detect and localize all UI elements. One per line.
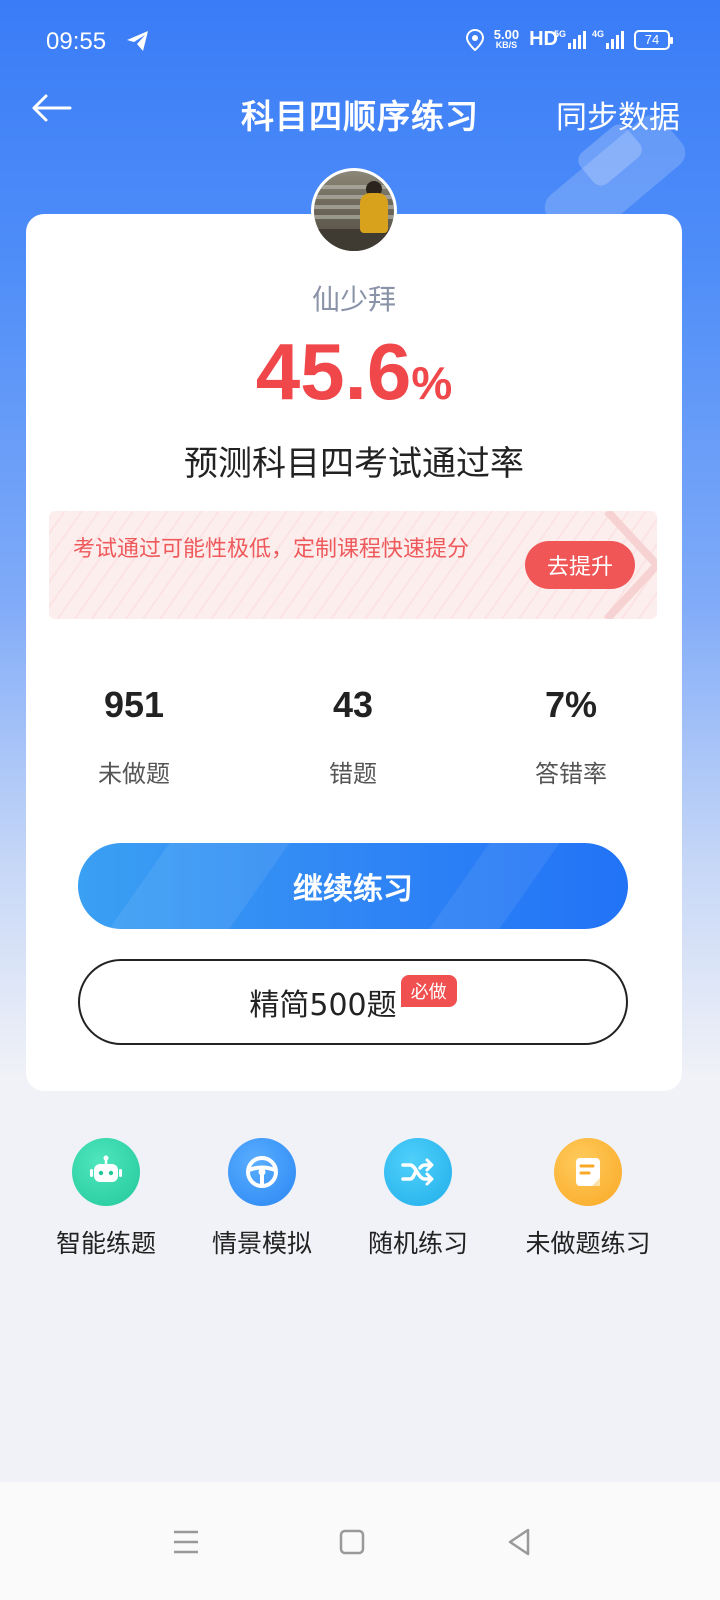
- banner-text: 考试通过可能性极低，定制课程快速提分: [73, 537, 470, 562]
- quick-action-label: 随机练习: [367, 1229, 468, 1258]
- must-do-badge: 必做: [400, 975, 457, 1007]
- signal-4g-icon: 4G: [592, 29, 624, 49]
- simplified-500-label: 精简500题: [249, 988, 397, 1023]
- button-sheen: [99, 843, 297, 929]
- quick-action-label: 未做题练习: [525, 1229, 651, 1258]
- telegram-icon: [127, 31, 148, 51]
- sync-data-button[interactable]: 同步数据: [556, 92, 680, 137]
- network-speed-unit: KB/S: [495, 39, 518, 50]
- button-sheen: [419, 843, 567, 929]
- quick-action-label: 智能练题: [55, 1229, 156, 1258]
- stat-label: 错题: [329, 760, 377, 788]
- stat-label: 未做题: [98, 760, 170, 788]
- battery-level: 74: [644, 32, 660, 47]
- network-speed-value: 5.00: [493, 26, 520, 42]
- continue-practice-label: 继续练习: [293, 872, 413, 907]
- stat-value: 7%: [544, 684, 598, 725]
- quick-action-smart-practice[interactable]: 智能练题: [26, 1138, 186, 1260]
- stat-wrong[interactable]: 43 错题: [263, 684, 443, 789]
- location-icon: [465, 28, 484, 51]
- home-icon[interactable]: [332, 1522, 372, 1562]
- battery-icon: 74: [634, 29, 673, 50]
- quick-action-label: 情景模拟: [211, 1229, 312, 1258]
- back-triangle-icon[interactable]: [500, 1522, 540, 1562]
- quick-action-scenario-simulation[interactable]: 情景模拟: [182, 1138, 342, 1260]
- shuffle-icon: [384, 1138, 452, 1206]
- robot-icon: [72, 1138, 140, 1206]
- signal-4g-label: 4G: [592, 28, 605, 39]
- signal-5g-label: 5G: [554, 28, 567, 39]
- pass-rate: 45.6%: [26, 326, 682, 418]
- stat-value: 951: [103, 684, 165, 725]
- steering-wheel-icon: [228, 1138, 296, 1206]
- quick-action-random-practice[interactable]: 随机练习: [338, 1138, 498, 1260]
- pass-rate-unit: %: [411, 357, 453, 409]
- stat-error-rate: 7% 答错率: [481, 684, 661, 789]
- document-icon: [554, 1138, 622, 1206]
- improve-banner[interactable]: 考试通过可能性极低，定制课程快速提分 去提升: [49, 511, 657, 619]
- quick-action-undone-practice[interactable]: 未做题练习: [508, 1138, 668, 1260]
- status-indicators: 5.00 KB/S HD 5G 4G 74: [465, 26, 673, 51]
- menu-icon[interactable]: [166, 1522, 206, 1562]
- avatar[interactable]: [311, 168, 397, 254]
- stats-row: 951 未做题 43 错题 7% 答错率: [26, 684, 682, 794]
- stat-value: 43: [332, 684, 374, 725]
- pass-rate-value: 45.6: [255, 327, 412, 416]
- pass-rate-label: 预测科目四考试通过率: [184, 444, 524, 484]
- network-speed: 5.00 KB/S: [493, 26, 520, 50]
- system-nav-bar: [0, 1482, 720, 1600]
- signal-5g-icon: 5G: [554, 29, 586, 49]
- continue-practice-button[interactable]: 继续练习: [78, 843, 628, 929]
- username: 仙少拜: [311, 283, 396, 316]
- status-time: 09:55: [46, 28, 107, 55]
- quick-actions: 智能练题 情景模拟 随机练习 未做题练习: [0, 1138, 720, 1268]
- status-bar: 09:55 5.00 KB/S HD 5G 4G 74: [0, 0, 720, 90]
- simplified-500-button[interactable]: 精简500题 必做: [78, 959, 628, 1045]
- stat-label: 答错率: [535, 760, 607, 788]
- stat-undone[interactable]: 951 未做题: [44, 684, 224, 789]
- pass-rate-card: 仙少拜 45.6% 预测科目四考试通过率 考试通过可能性极低，定制课程快速提分 …: [26, 214, 682, 1091]
- improve-button[interactable]: 去提升: [525, 541, 635, 589]
